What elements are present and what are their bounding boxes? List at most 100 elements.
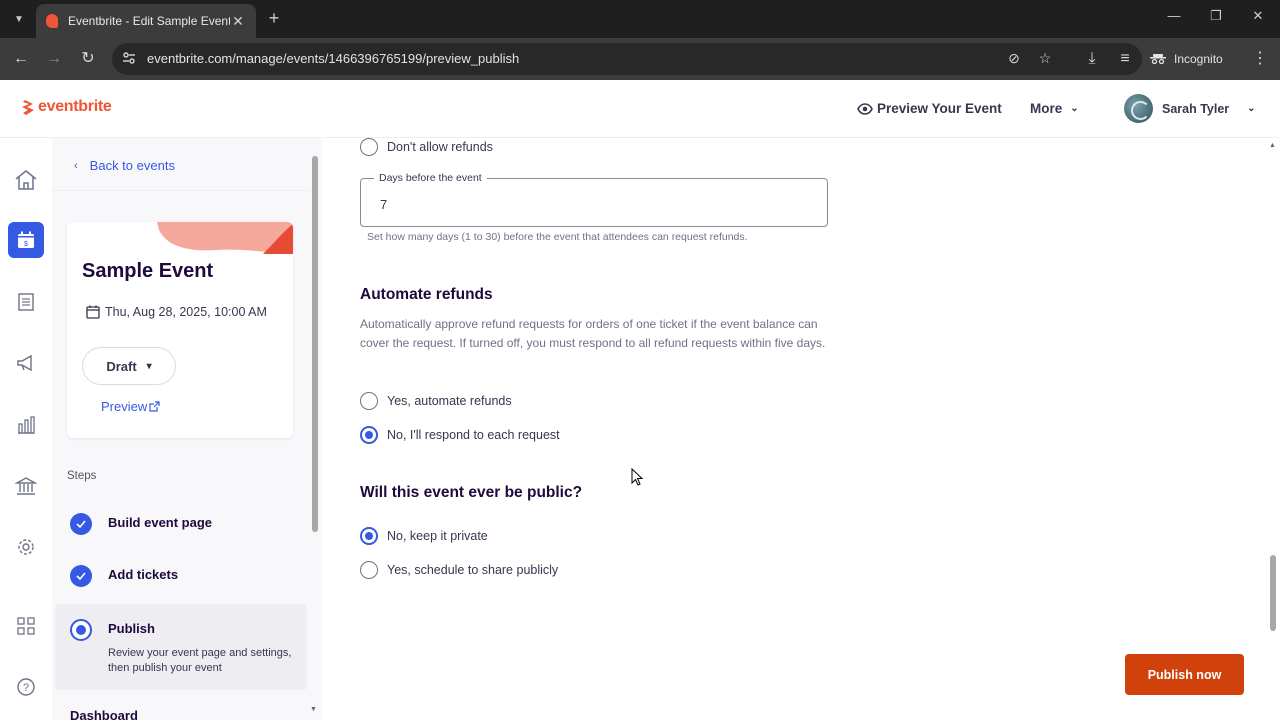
forward-arrow-icon[interactable]: →: [43, 48, 65, 70]
current-step-icon: [70, 619, 92, 641]
main-content: Don't allow refunds Days before the even…: [322, 138, 1267, 720]
calendar-icon[interactable]: $: [8, 222, 44, 258]
event-date: Thu, Aug 28, 2025, 10:00 AM: [86, 305, 267, 319]
orders-icon[interactable]: [8, 284, 44, 320]
step-label: Add tickets: [108, 567, 179, 582]
publish-now-button[interactable]: Publish now: [1125, 654, 1244, 695]
reload-icon[interactable]: ↻: [77, 48, 99, 70]
external-link-icon: [149, 401, 160, 412]
browser-tab-bar: ▼ Eventbrite - Edit Sample Event ✕ + — ❐…: [0, 0, 1280, 38]
settings-icon[interactable]: [8, 529, 44, 565]
home-icon[interactable]: [8, 162, 44, 198]
user-menu-button[interactable]: Sarah Tyler ⌄: [1124, 94, 1256, 123]
mouse-cursor-icon: [631, 468, 643, 486]
eventbrite-logo[interactable]: eventbrite: [22, 98, 112, 116]
status-dropdown[interactable]: Draft ▾: [82, 347, 176, 385]
scrollbar-thumb[interactable]: [1270, 555, 1276, 631]
incognito-icon: [1150, 54, 1166, 64]
apps-icon[interactable]: [8, 608, 44, 644]
eventbrite-favicon-icon: [46, 14, 58, 28]
megaphone-icon[interactable]: [8, 345, 44, 381]
close-tab-icon[interactable]: ✕: [230, 13, 246, 30]
chevron-down-icon: ⌄: [1247, 103, 1256, 114]
preview-your-event-button[interactable]: Preview Your Event: [857, 101, 1002, 116]
tab-search-icon[interactable]: ▼: [8, 8, 30, 30]
eye-icon: [857, 102, 873, 115]
new-tab-icon[interactable]: +: [264, 8, 284, 29]
event-card: Sample Event Thu, Aug 28, 2025, 10:00 AM…: [67, 222, 293, 438]
radio-circle[interactable]: [360, 561, 378, 579]
event-preview-label: Preview: [101, 399, 148, 414]
side-panel-scrollbar[interactable]: ▼: [309, 140, 321, 720]
restore-icon[interactable]: ❐: [1206, 8, 1226, 24]
download-icon[interactable]: ⤓: [1081, 48, 1103, 70]
event-preview-link[interactable]: Preview: [101, 399, 160, 414]
calendar-small-icon: [86, 305, 100, 319]
step-label: Build event page: [108, 515, 213, 530]
browser-menu-icon[interactable]: ⋮: [1249, 48, 1271, 70]
days-before-event-field[interactable]: Days before the event 7: [360, 172, 828, 227]
field-helper-text: Set how many days (1 to 30) before the e…: [367, 231, 748, 243]
browser-tab[interactable]: Eventbrite - Edit Sample Event ✕: [36, 4, 256, 38]
scrollbar-thumb[interactable]: [312, 156, 318, 532]
reports-icon[interactable]: [8, 407, 44, 443]
automate-refunds-description: Automatically approve refund requests fo…: [360, 317, 826, 350]
radio-label: Yes, automate refunds: [387, 394, 512, 408]
radio-share-publicly[interactable]: Yes, schedule to share publicly: [360, 561, 558, 579]
status-label: Draft: [106, 358, 137, 374]
help-icon[interactable]: ?: [8, 669, 44, 705]
preview-your-event-label: Preview Your Event: [877, 101, 1002, 116]
event-side-panel: ‹ Back to events Sample Event Thu, Aug 2…: [52, 138, 322, 720]
reading-list-icon[interactable]: ≡: [1114, 48, 1136, 70]
more-menu-button[interactable]: More ⌄: [1030, 101, 1079, 116]
browser-toolbar: ← → ↻ eventbrite.com/manage/events/14663…: [0, 38, 1280, 80]
bank-icon[interactable]: [8, 468, 44, 504]
left-nav-rail: $ ?: [0, 138, 52, 720]
svg-text:$: $: [24, 241, 28, 248]
scroll-up-arrow-icon[interactable]: ▲: [1269, 142, 1276, 149]
chevron-left-icon: ‹: [74, 159, 78, 172]
site-settings-icon[interactable]: [122, 51, 136, 65]
back-to-events-label: Back to events: [89, 158, 175, 173]
check-circle-icon: [70, 513, 92, 535]
more-label: More: [1030, 101, 1063, 116]
bookmark-star-icon[interactable]: ☆: [1036, 50, 1054, 67]
radio-label: Yes, schedule to share publicly: [387, 563, 559, 577]
chevron-down-icon: ▾: [146, 360, 152, 372]
radio-circle-selected[interactable]: [360, 527, 378, 545]
days-before-event-input[interactable]: 7: [380, 197, 387, 212]
radio-label: Don't allow refunds: [387, 140, 493, 154]
radio-keep-private[interactable]: No, keep it private: [360, 527, 488, 545]
radio-circle[interactable]: [360, 138, 378, 156]
steps-heading: Steps: [67, 470, 97, 482]
check-circle-icon: [70, 565, 92, 587]
radio-circle-selected[interactable]: [360, 426, 378, 444]
event-card-decoration: [157, 222, 293, 254]
radio-circle[interactable]: [360, 392, 378, 410]
incognito-label: Incognito: [1174, 52, 1223, 66]
eventbrite-logo-icon: [22, 99, 34, 115]
radio-automate-yes[interactable]: Yes, automate refunds: [360, 392, 512, 410]
url-text: eventbrite.com/manage/events/14663967651…: [147, 51, 520, 66]
radio-label: No, keep it private: [387, 529, 488, 543]
radio-automate-no[interactable]: No, I'll respond to each request: [360, 426, 560, 444]
main-scrollbar[interactable]: ▲: [1267, 138, 1280, 720]
chevron-down-icon: ⌄: [1070, 103, 1079, 114]
logo-text: eventbrite: [38, 98, 112, 115]
event-title: Sample Event: [82, 260, 214, 282]
close-window-icon[interactable]: ✕: [1248, 8, 1268, 24]
minimize-icon[interactable]: —: [1164, 8, 1184, 23]
radio-dont-allow-refunds[interactable]: Don't allow refunds: [360, 138, 493, 156]
public-event-heading: Will this event ever be public?: [360, 484, 583, 501]
svg-text:?: ?: [23, 682, 29, 694]
dashboard-link[interactable]: Dashboard: [70, 708, 138, 720]
back-to-events-link[interactable]: ‹ Back to events: [74, 158, 175, 173]
event-date-text: Thu, Aug 28, 2025, 10:00 AM: [105, 305, 267, 319]
incognito-indicator[interactable]: Incognito: [1150, 46, 1223, 72]
scroll-down-arrow-icon[interactable]: ▼: [310, 706, 317, 713]
divider: [52, 190, 308, 191]
step-description: Review your event page and settings, the…: [108, 647, 292, 674]
eye-off-icon[interactable]: ⊘: [1005, 50, 1023, 67]
address-bar[interactable]: eventbrite.com/manage/events/14663967651…: [112, 43, 1142, 75]
back-arrow-icon[interactable]: ←: [10, 48, 32, 70]
